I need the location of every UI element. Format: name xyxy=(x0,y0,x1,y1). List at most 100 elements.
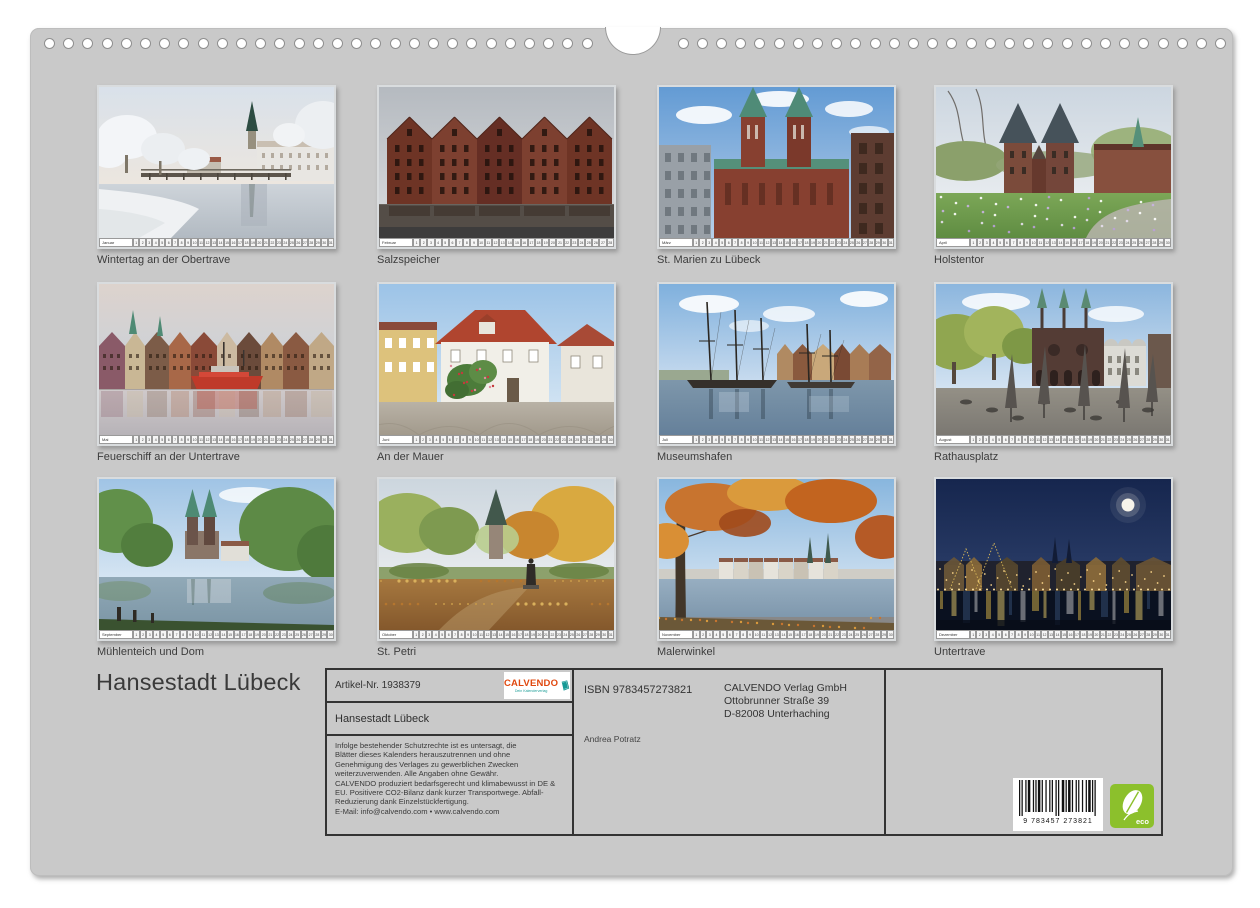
day-cell: 29 xyxy=(601,435,608,444)
day-cell: 23 xyxy=(560,435,567,444)
day-cell: 15 xyxy=(227,630,234,639)
binding-hole xyxy=(793,38,804,49)
binding-hole xyxy=(946,38,957,49)
binding-hole xyxy=(678,38,689,49)
binding-hole xyxy=(1177,38,1188,49)
day-cell: 21 xyxy=(556,238,563,247)
day-cell: 5 xyxy=(160,630,167,639)
day-cell: 1 xyxy=(413,238,420,247)
day-cell: 23 xyxy=(1117,238,1124,247)
day-cell: 6 xyxy=(1004,238,1011,247)
binding-hole xyxy=(409,38,420,49)
mini-calendar-strip: August 123456789101112131415161718192021… xyxy=(936,435,1171,444)
binding-hole xyxy=(1062,38,1073,49)
day-cell: 6 xyxy=(167,630,174,639)
publisher-info-table: Artikel-Nr. 1938379 CALVENDO Dein Kalend… xyxy=(325,668,1163,836)
calendar-thumbnail-untertrave: Dezember 1234567891011121314151617181920… xyxy=(934,477,1173,658)
day-cell: 31 xyxy=(888,238,894,247)
day-cell: 18 xyxy=(247,630,254,639)
calvendo-logo-tagline: Dein Kalenderverlag xyxy=(504,689,558,693)
day-cell: 13 xyxy=(1050,238,1057,247)
day-cell: 15 xyxy=(513,238,520,247)
calendar-back-cover: Januar 123456789101112131415161718192021… xyxy=(0,0,1260,908)
thumbnail-caption: Feuerschiff an der Untertrave xyxy=(97,451,336,463)
calvendo-logo: CALVENDO Dein Kalenderverlag xyxy=(504,672,570,699)
thumbnail-caption: Untertrave xyxy=(934,646,1173,658)
binding-hole xyxy=(486,38,497,49)
day-cell: 19 xyxy=(542,238,549,247)
publisher-address: CALVENDO Verlag GmbH Ottobrunner Straße … xyxy=(724,682,847,721)
day-cells: 1234567891011121314151617181920212223242… xyxy=(133,435,334,444)
month-label: Oktober xyxy=(379,630,413,639)
day-cells: 1234567891011121314151617181920212223242… xyxy=(693,435,894,444)
day-cell: 29 xyxy=(321,630,328,639)
day-cell: 31 xyxy=(328,435,334,444)
day-cell: 14 xyxy=(506,238,513,247)
day-cell: 10 xyxy=(193,630,200,639)
mini-calendar-strip: Juni 12345678910111213141516171819202122… xyxy=(379,435,614,444)
month-label: August xyxy=(936,435,970,444)
binding-hole xyxy=(831,38,842,49)
day-cell: 10 xyxy=(1030,238,1037,247)
day-cell: 7 xyxy=(173,630,180,639)
thumbnail-photo: Juni 12345678910111213141516171819202122… xyxy=(377,282,616,446)
day-cell: 3 xyxy=(706,630,713,639)
mini-calendar-strip: November 1234567891011121314151617181920… xyxy=(659,630,894,639)
day-cell: 23 xyxy=(571,238,578,247)
thumbnail-caption: Wintertag an der Obertrave xyxy=(97,254,336,266)
binding-hole xyxy=(735,38,746,49)
calendar-thumbnail-an-der-mauer: Juni 12345678910111213141516171819202122… xyxy=(377,282,616,463)
info-column-right: 9 783457 273821 eco xyxy=(886,670,1161,834)
thumbnail-caption: Rathausplatz xyxy=(934,451,1173,463)
barcode-digits: 9 783457 273821 xyxy=(1023,817,1093,826)
binding-hole xyxy=(543,38,554,49)
author-name: Andrea Potratz xyxy=(584,734,641,744)
day-cell: 12 xyxy=(1044,238,1051,247)
month-label: Mai xyxy=(99,435,133,444)
info-column-left: Artikel-Nr. 1938379 CALVENDO Dein Kalend… xyxy=(327,670,574,834)
calvendo-book-icon xyxy=(561,677,570,694)
day-cell: 4 xyxy=(435,238,442,247)
thumbnail-caption: St. Petri xyxy=(377,646,616,658)
day-cell: 21 xyxy=(1104,238,1111,247)
day-cell: 16 xyxy=(1071,238,1078,247)
day-cell: 26 xyxy=(1138,238,1145,247)
binding-hole xyxy=(466,38,477,49)
day-cell: 10 xyxy=(473,435,480,444)
day-cell: 7 xyxy=(456,238,463,247)
day-cell: 25 xyxy=(294,630,301,639)
mini-calendar-strip: Mai 123456789101112131415161718192021222… xyxy=(99,435,334,444)
day-cell: 15 xyxy=(507,435,514,444)
day-cell: 28 xyxy=(874,630,881,639)
day-cell: 20 xyxy=(820,630,827,639)
day-cell: 12 xyxy=(767,630,774,639)
binding-hole xyxy=(697,38,708,49)
day-cell: 22 xyxy=(1111,238,1118,247)
legal-text: Infolge bestehender Schutzrechte ist es … xyxy=(335,741,564,816)
calendar-thumbnail-st-petri: Oktober 12345678910111213141516171819202… xyxy=(377,477,616,658)
day-cell: 8 xyxy=(1017,238,1024,247)
day-cell: 12 xyxy=(492,238,499,247)
thumbnail-photo: September 123456789101112131415161718192… xyxy=(97,477,336,641)
day-cell: 22 xyxy=(554,435,561,444)
day-cell: 8 xyxy=(740,630,747,639)
day-cell: 24 xyxy=(287,630,294,639)
day-cell: 2 xyxy=(700,630,707,639)
mini-calendar-strip: Februar 12345678910111213141516171819202… xyxy=(379,238,614,247)
barcode-bars xyxy=(1016,778,1100,818)
day-cell: 17 xyxy=(240,630,247,639)
day-cell: 14 xyxy=(1057,238,1064,247)
binding-hole xyxy=(1119,38,1130,49)
binding-hole xyxy=(159,38,170,49)
day-cell: 31 xyxy=(1165,435,1171,444)
day-cell: 31 xyxy=(328,238,334,247)
day-cell: 6 xyxy=(727,630,734,639)
day-cell: 11 xyxy=(1037,238,1044,247)
binding-hole xyxy=(562,38,573,49)
day-cell: 28 xyxy=(594,435,601,444)
back-cover-card: Januar 123456789101112131415161718192021… xyxy=(30,28,1233,876)
day-cell: 3 xyxy=(427,238,434,247)
day-cell: 28 xyxy=(607,238,614,247)
day-cell: 14 xyxy=(220,630,227,639)
day-cell: 1 xyxy=(693,630,700,639)
